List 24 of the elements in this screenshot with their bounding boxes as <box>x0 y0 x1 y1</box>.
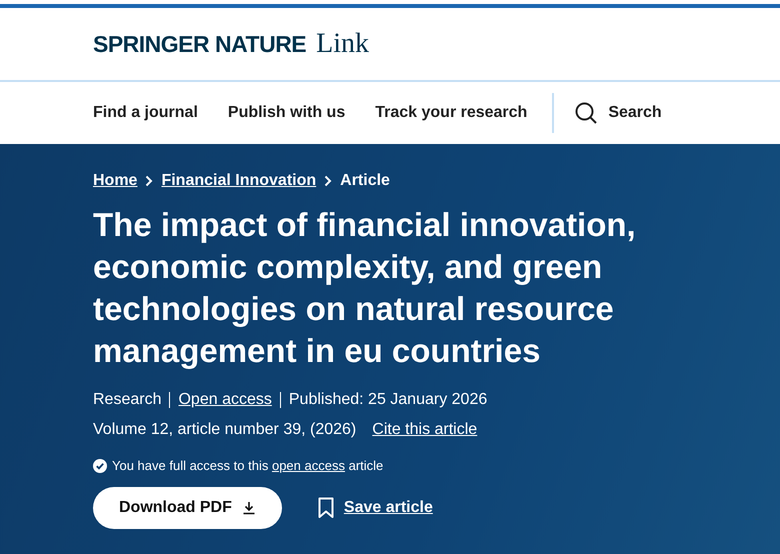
chevron-icon <box>145 175 154 187</box>
breadcrumb-current: Article <box>340 172 390 190</box>
chevron-icon <box>324 175 332 187</box>
breadcrumb-link[interactable]: Home <box>93 172 138 190</box>
search-icon <box>574 101 598 125</box>
nav-link[interactable]: Track your research <box>375 104 528 122</box>
save-article-button[interactable]: Save article <box>318 497 433 519</box>
search-button[interactable]: Search <box>574 101 662 125</box>
meta-text: Research <box>93 392 162 408</box>
check-circle-icon <box>93 458 107 472</box>
open-access-link[interactable]: open access <box>272 458 345 473</box>
bookmark-icon <box>318 497 334 519</box>
nav-link[interactable]: Find a journal <box>93 104 198 122</box>
meta-text: Published: 25 January 2026 <box>280 392 496 408</box>
download-pdf-button[interactable]: Download PDF <box>93 487 282 529</box>
download-icon <box>242 501 256 515</box>
breadcrumb-link[interactable]: Financial Innovation <box>161 172 316 190</box>
access-notice: You have full access to this open access article <box>112 458 384 473</box>
meta-link[interactable]: Open access <box>169 392 280 408</box>
site-logo[interactable]: SPRINGER NATURE Link <box>93 28 370 60</box>
cite-link[interactable]: Cite this article <box>372 421 478 439</box>
citation-text: Volume 12, article number 39, (2026) <box>93 421 356 439</box>
article-title: The impact of financial innovation, economic complexity, and green technologies on natural resource management in eu countries <box>93 205 637 371</box>
nav-link[interactable]: Publish with us <box>228 104 346 122</box>
